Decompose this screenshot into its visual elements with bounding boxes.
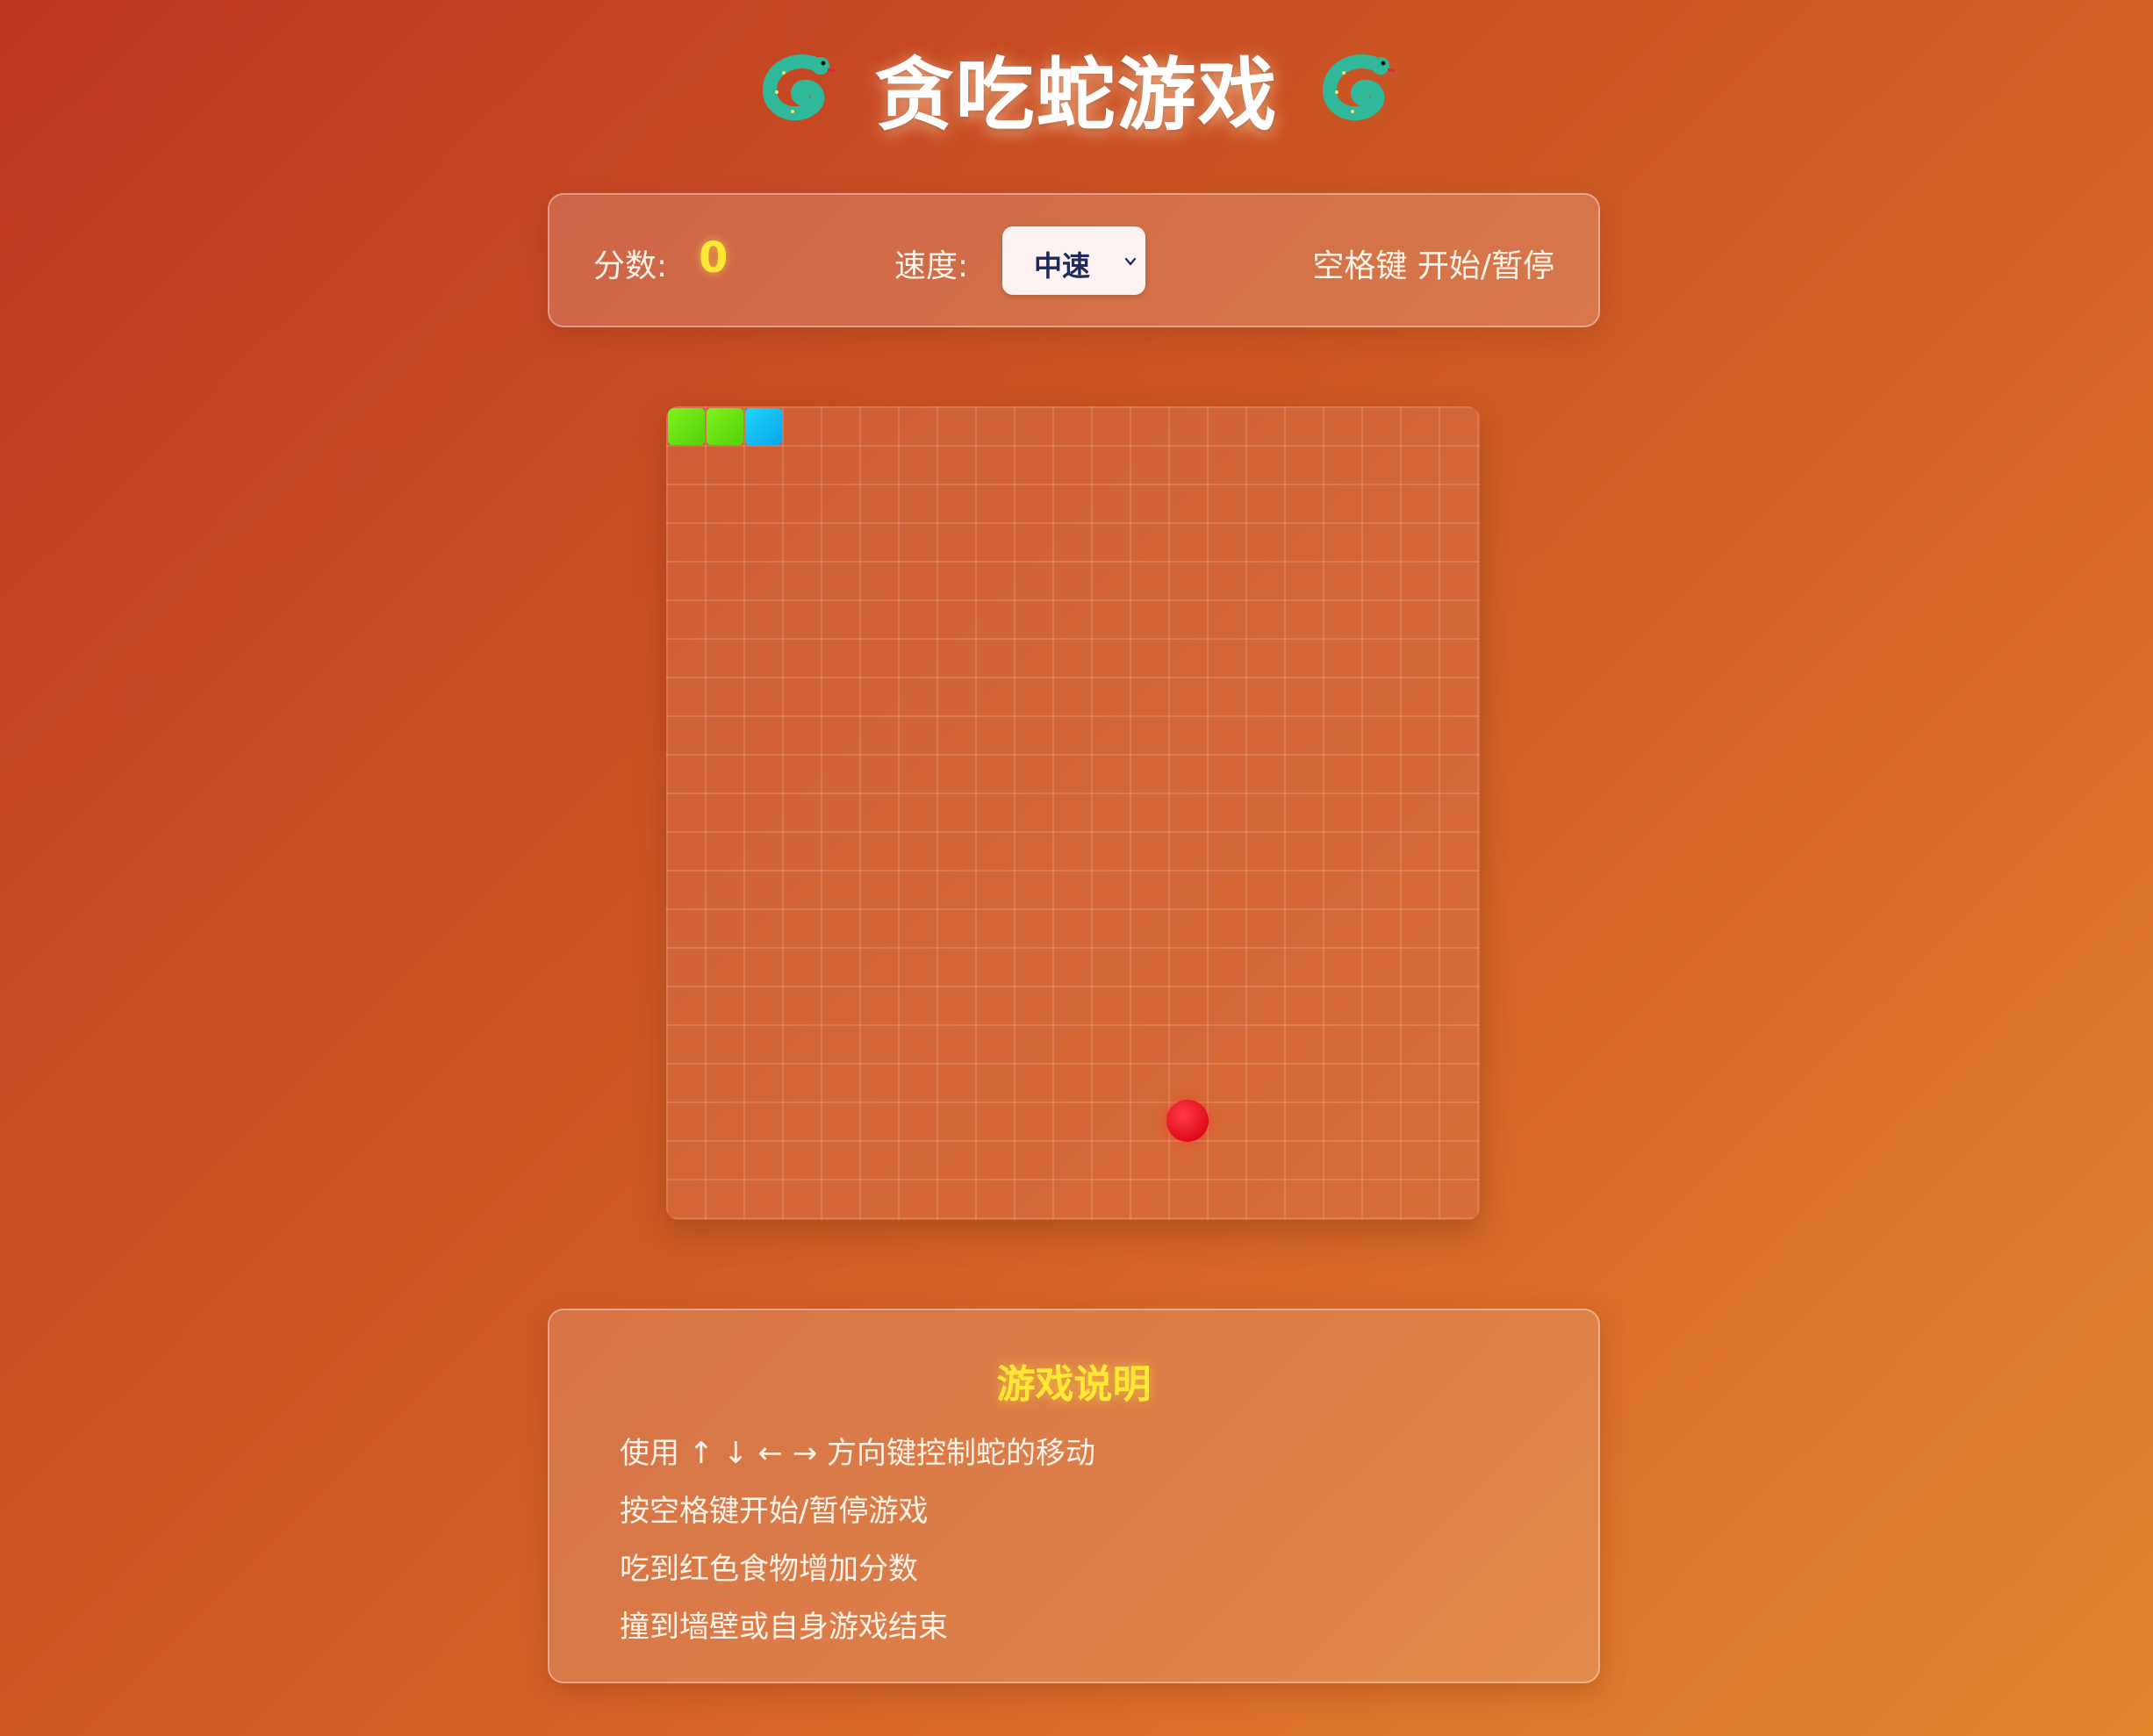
- page-title: 贪吃蛇游戏: [874, 49, 1279, 141]
- score-label: 分数:: [593, 248, 668, 284]
- keyboard-hint: 空格键 开始/暂停: [1312, 248, 1554, 284]
- control-bar: 分数: 0 速度: 中速 空格键 开始/暂停: [548, 193, 1600, 327]
- speed-label: 速度:: [894, 248, 969, 284]
- food: [1166, 1100, 1209, 1142]
- chevron-down-icon: [1124, 257, 1137, 266]
- game-board[interactable]: [666, 406, 1480, 1220]
- instruction-item: 撞到墙壁或自身游戏结束: [620, 1610, 948, 1645]
- speed-select-value: 中速: [1034, 249, 1091, 283]
- instruction-item: 使用 ↑ ↓ ← → 方向键控制蛇的移动: [620, 1436, 1095, 1471]
- score-value: 0: [699, 233, 728, 283]
- instructions-panel: 游戏说明 使用 ↑ ↓ ← → 方向键控制蛇的移动 按空格键开始/暂停游戏 吃到…: [548, 1309, 1600, 1683]
- snake-head: [745, 408, 782, 445]
- snake-icon: [762, 54, 835, 121]
- instruction-item: 按空格键开始/暂停游戏: [620, 1494, 929, 1529]
- instructions-title: 游戏说明: [996, 1362, 1152, 1407]
- snake-icon: [1322, 54, 1395, 121]
- instruction-item: 吃到红色食物增加分数: [620, 1552, 918, 1587]
- instructions-list: 使用 ↑ ↓ ← → 方向键控制蛇的移动 按空格键开始/暂停游戏 吃到红色食物增…: [620, 1431, 1095, 1663]
- speed-select[interactable]: 中速: [1002, 226, 1145, 295]
- snake-body-segment: [668, 408, 705, 445]
- page-header: 贪吃蛇游戏: [0, 35, 2153, 141]
- snake-body-segment: [707, 408, 743, 445]
